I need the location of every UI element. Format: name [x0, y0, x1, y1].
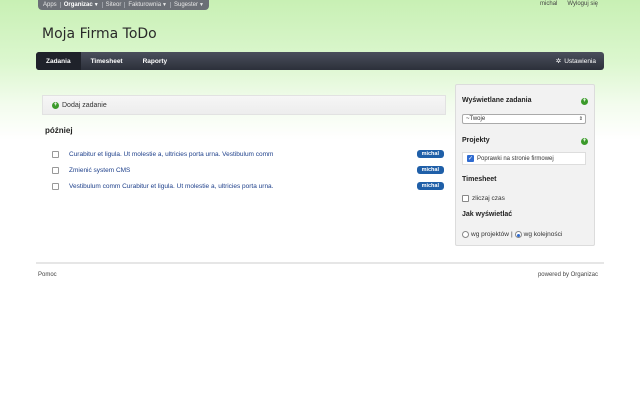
timesheet-checkbox[interactable] [462, 195, 469, 202]
task-title[interactable]: Curabitur et ligula. Ut molestie a, ultr… [69, 151, 417, 158]
list-item: Zmienić system CMS michal [52, 164, 444, 176]
caret-down-icon: ▼ [162, 2, 167, 8]
visible-tasks-title: Wyświetlane zadania [462, 97, 532, 104]
projects-title: Projekty [462, 137, 490, 144]
add-icon[interactable]: + [52, 101, 59, 109]
tab-timesheet[interactable]: Timesheet [81, 52, 133, 70]
app-title: Moja Firma ToDo [42, 26, 157, 42]
timesheet-option: zliczaj czas [462, 195, 505, 202]
task-checkbox[interactable] [52, 166, 59, 174]
task-title[interactable]: Vestibulum comm Curabitur et ligula. Ut … [69, 183, 417, 190]
select-arrows-icon: ⇕ [578, 116, 583, 122]
main-nav: Zadania Timesheet Raporty ✲ Ustawienia [36, 52, 604, 70]
task-checkbox[interactable] [52, 182, 59, 190]
fakturownia-menu[interactable]: Fakturownia▼ [128, 2, 167, 8]
apps-link[interactable]: Apps [43, 2, 57, 8]
powered-by: powered by Organizac [537, 272, 598, 278]
timesheet-label[interactable]: zliczaj czas [472, 195, 505, 202]
logout-link[interactable]: Wyloguj się [567, 1, 598, 7]
project-checkbox[interactable]: ✓ [467, 155, 474, 162]
help-link[interactable]: Pomoc [38, 272, 57, 278]
add-task-link[interactable]: Dodaj zadanie [62, 102, 107, 109]
gear-icon: ✲ [555, 58, 562, 65]
project-item: ✓ Poprawki na stronie firmowej [462, 152, 586, 165]
add-project-icon[interactable]: + [581, 138, 588, 145]
radio-by-projects-label[interactable]: wg projektów [471, 231, 509, 238]
radio-by-projects[interactable] [462, 231, 469, 238]
list-item: Vestibulum comm Curabitur et ligula. Ut … [52, 180, 444, 192]
settings-label: Ustawienia [564, 57, 596, 65]
caret-down-icon: ▼ [199, 2, 204, 8]
tab-raporty[interactable]: Raporty [133, 52, 178, 70]
sugester-menu[interactable]: Sugester▼ [174, 2, 204, 8]
tasks-filter-select[interactable]: ~Twoje ⇕ [462, 114, 586, 124]
assignee-badge[interactable]: michal [416, 166, 444, 174]
apps-bar: Apps Organizac▼ Siteor Fakturownia▼ Suge… [38, 0, 209, 10]
username-link[interactable]: michal [540, 1, 557, 7]
add-task-bar: + Dodaj zadanie [42, 95, 446, 115]
organizac-menu[interactable]: Organizac▼ [64, 2, 99, 8]
project-label[interactable]: Poprawki na stronie firmowej [477, 156, 554, 162]
task-title[interactable]: Zmienić system CMS [69, 167, 417, 174]
assignee-badge[interactable]: michal [416, 150, 444, 158]
task-checkbox[interactable] [52, 150, 59, 158]
assignee-badge[interactable]: michal [416, 182, 444, 190]
filter-panel: Wyświetlane zadania + ~Twoje ⇕ Projekty … [455, 84, 595, 246]
list-item: Curabitur et ligula. Ut molestie a, ultr… [52, 148, 444, 160]
display-mode-options: wg projektów | wg kolejności [462, 231, 562, 238]
add-filter-icon[interactable]: + [581, 98, 588, 105]
settings-button[interactable]: ✲ Ustawienia [556, 52, 596, 70]
caret-down-icon: ▼ [93, 2, 99, 8]
tab-zadania[interactable]: Zadania [36, 52, 81, 70]
footer-divider [36, 262, 604, 264]
radio-separator: | [510, 231, 513, 238]
display-mode-title: Jak wyświetlać [462, 211, 513, 218]
siteor-link[interactable]: Siteor [106, 2, 122, 8]
radio-by-order-label[interactable]: wg kolejności [524, 231, 563, 238]
group-title: później [45, 126, 73, 135]
user-links: michal Wyloguj się [540, 1, 598, 7]
radio-by-order[interactable] [514, 231, 522, 238]
timesheet-title: Timesheet [462, 176, 497, 183]
